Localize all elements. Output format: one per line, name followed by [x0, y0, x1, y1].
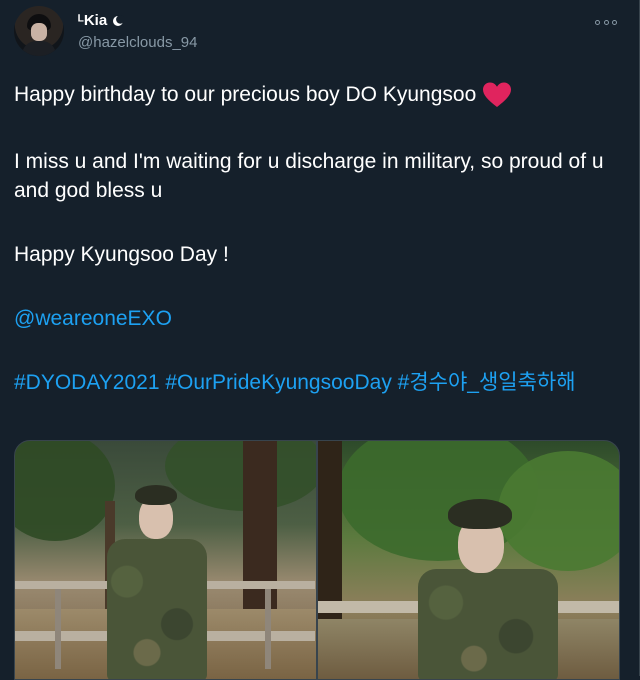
soldier-beret [135, 485, 177, 505]
more-dot [595, 19, 600, 25]
display-name[interactable]: ᴸKia [78, 12, 107, 29]
tweet-paragraph-3: Happy Kyungsoo Day ! [14, 243, 229, 266]
avatar-face [31, 23, 47, 41]
tweet-paragraph-2: I miss u and I'm waiting for u discharge… [14, 150, 604, 202]
user-avatar[interactable] [14, 6, 64, 56]
soldier-uniform [418, 569, 558, 679]
bench-leg [265, 589, 271, 669]
soldier-uniform [107, 539, 207, 679]
more-dot [603, 19, 609, 25]
hashtags-link[interactable]: #DYODAY2021 #OurPrideKyungsooDay #경수야_생일… [14, 368, 614, 397]
tweet-paragraph-1: Happy birthday to our precious boy DO Ky… [14, 80, 512, 109]
mention-link[interactable]: @weareoneEXO [14, 304, 172, 333]
crescent-moon-icon [113, 14, 125, 26]
avatar-body [22, 41, 56, 56]
more-dot [612, 19, 617, 25]
tweet-card: ᴸKia @hazelclouds_94 Happy birthday to o… [0, 0, 640, 680]
display-name-row[interactable]: ᴸKia [78, 12, 125, 29]
user-handle[interactable]: @hazelclouds_94 [78, 34, 197, 51]
bench-leg [55, 589, 61, 669]
soldier-beret [448, 499, 512, 529]
more-options-icon[interactable] [595, 16, 617, 28]
tree-foliage [15, 441, 115, 541]
photo-right[interactable] [318, 441, 619, 679]
tree-foliage [498, 451, 619, 571]
tree-foliage [165, 441, 316, 511]
photo-left[interactable] [15, 441, 316, 679]
tweet-media [14, 440, 620, 680]
red-heart-emoji [483, 82, 512, 107]
tweet-line-birthday: Happy birthday to our precious boy DO Ky… [14, 83, 477, 106]
